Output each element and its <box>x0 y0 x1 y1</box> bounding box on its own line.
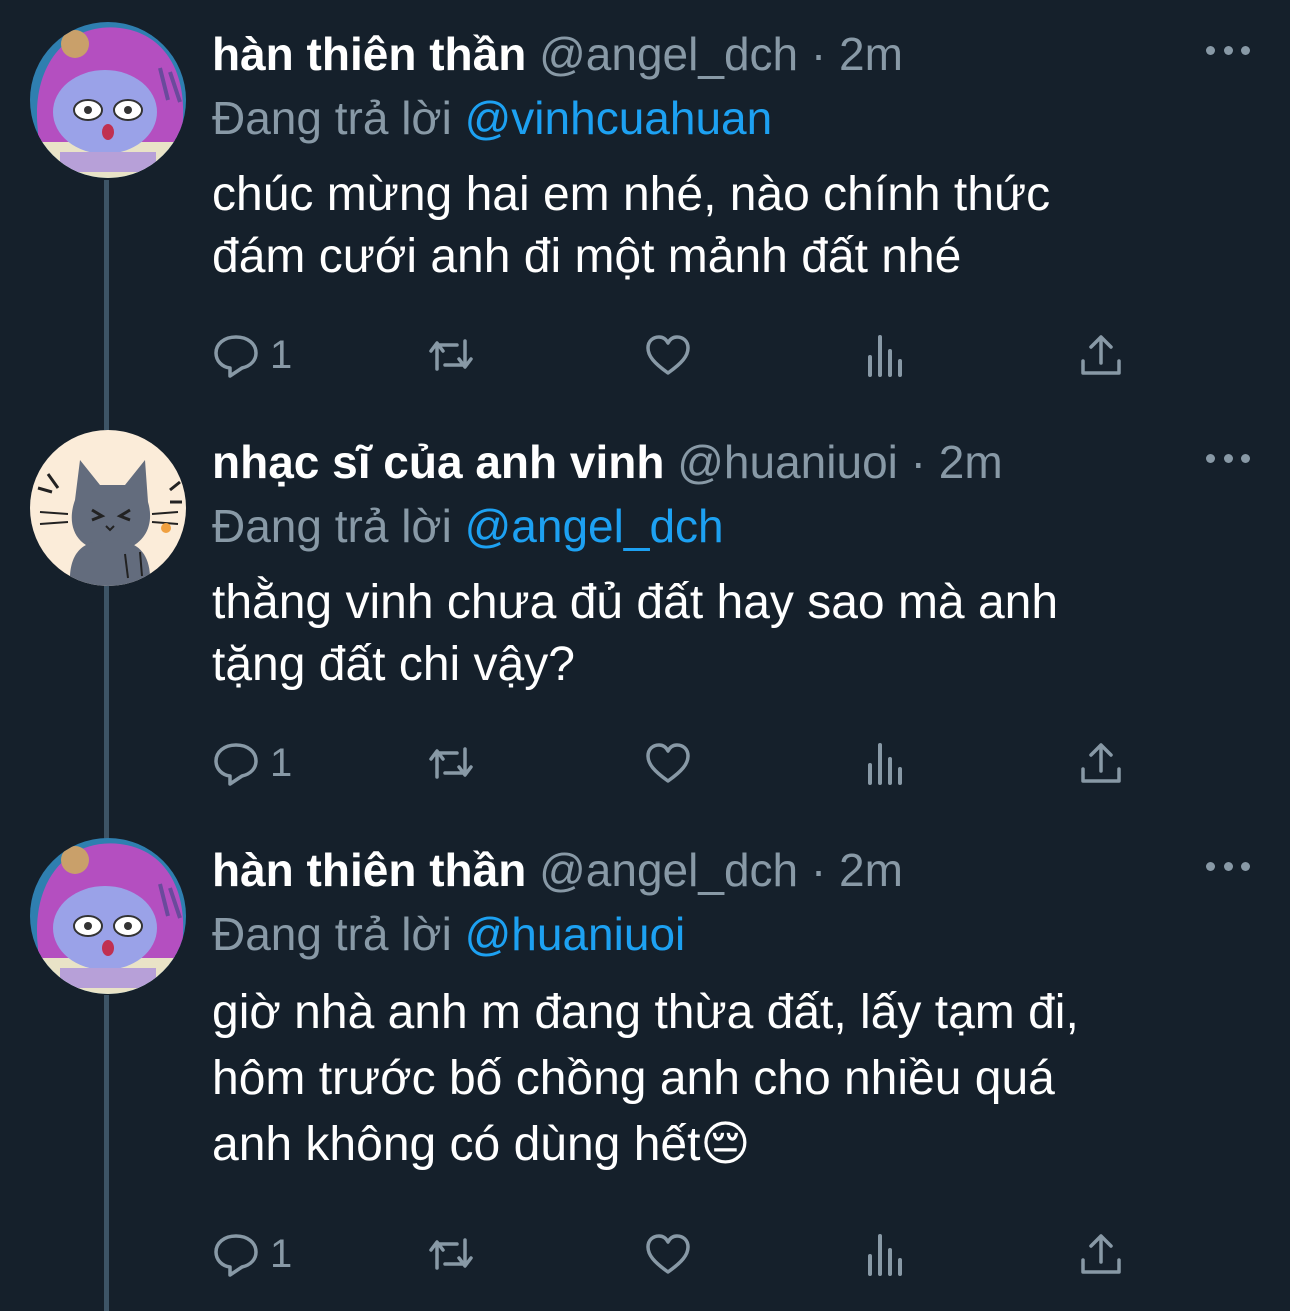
tweet-text: chúc mừng hai em nhé, nào chính thức đám… <box>212 164 1222 288</box>
replying-to: Đang trả lời @angel_dch <box>212 498 724 554</box>
tweet[interactable]: hàn thiên thần @angel_dch · 2m Đang trả … <box>0 816 1290 1311</box>
share-icon <box>1081 743 1121 783</box>
reply-icon <box>214 743 258 786</box>
share-button[interactable] <box>1077 1226 1125 1282</box>
separator-dot: · <box>910 436 926 488</box>
share-button[interactable] <box>1077 735 1125 791</box>
tweet-header: nhạc sĩ của anh vinh @huaniuoi · 2m <box>212 434 1003 490</box>
replying-to-label: Đang trả lời <box>212 908 452 960</box>
retweet-icon <box>429 747 473 779</box>
avatar[interactable] <box>30 430 186 586</box>
reply-icon <box>214 335 258 378</box>
tweet-text-line: đám cưới anh đi một mảnh đất nhé <box>212 230 962 283</box>
analytics-button[interactable] <box>862 1226 910 1282</box>
user-handle[interactable]: @angel_dch <box>539 844 798 896</box>
tweet-text: giờ nhà anh m đang thừa đất, lấy tạm đi,… <box>212 980 1222 1178</box>
tweet-text: thằng vinh chưa đủ đất hay sao mà anh tặ… <box>212 572 1222 696</box>
analytics-icon <box>868 743 902 785</box>
share-button[interactable] <box>1077 327 1125 383</box>
retweet-button[interactable] <box>427 327 475 383</box>
replying-to-label: Đang trả lời <box>212 500 452 552</box>
retweet-button[interactable] <box>427 735 475 791</box>
reply-button[interactable]: 1 <box>212 327 292 383</box>
heart-icon <box>646 335 690 375</box>
tweet-actions: 1 <box>212 1226 1152 1286</box>
reply-count: 1 <box>270 740 293 785</box>
replying-to: Đang trả lời @huaniuoi <box>212 906 685 962</box>
share-icon <box>1081 1234 1121 1274</box>
replying-to: Đang trả lời @vinhcuahuan <box>212 90 772 146</box>
more-icon[interactable] <box>1206 40 1250 60</box>
tweet-text-line: anh không có dùng hết😔 <box>212 1118 751 1171</box>
like-button[interactable] <box>644 327 692 383</box>
pink-hood-character-avatar-image <box>30 838 186 994</box>
avatar[interactable] <box>30 22 186 178</box>
analytics-button[interactable] <box>862 327 910 383</box>
analytics-icon <box>868 335 902 377</box>
analytics-icon <box>868 1234 902 1276</box>
separator-dot: · <box>810 28 827 80</box>
reply-button[interactable]: 1 <box>212 735 292 791</box>
tweet-actions: 1 <box>212 327 1152 387</box>
retweet-icon <box>429 339 473 371</box>
tweet-text-line: chúc mừng hai em nhé, nào chính thức <box>212 168 1051 221</box>
share-icon <box>1081 335 1121 375</box>
separator-dot: · <box>810 844 827 896</box>
replying-to-label: Đang trả lời <box>212 92 452 144</box>
reply-icon <box>214 1234 258 1277</box>
like-button[interactable] <box>644 1226 692 1282</box>
timestamp[interactable]: 2m <box>839 844 903 896</box>
user-handle[interactable]: @huaniuoi <box>677 436 898 488</box>
heart-icon <box>646 743 690 783</box>
avatar[interactable] <box>30 838 186 994</box>
display-name[interactable]: hàn thiên thần <box>212 28 526 80</box>
heart-icon <box>646 1234 690 1274</box>
tweet[interactable]: hàn thiên thần @angel_dch · 2m Đang trả … <box>0 0 1290 410</box>
tweet-text-line: thằng vinh chưa đủ đất hay sao mà anh <box>212 576 1059 629</box>
more-icon[interactable] <box>1206 448 1250 468</box>
retweet-button[interactable] <box>427 1226 475 1282</box>
tweet-text-line: hôm trước bố chồng anh cho nhiều quá <box>212 1052 1055 1105</box>
analytics-button[interactable] <box>862 735 910 791</box>
gray-cat-avatar-image <box>30 430 186 586</box>
reply-button[interactable]: 1 <box>212 1226 292 1282</box>
like-button[interactable] <box>644 735 692 791</box>
display-name[interactable]: hàn thiên thần <box>212 844 526 896</box>
pink-hood-character-avatar-image <box>30 22 186 178</box>
more-icon[interactable] <box>1206 856 1250 876</box>
tweet-header: hàn thiên thần @angel_dch · 2m <box>212 842 903 898</box>
tweet[interactable]: nhạc sĩ của anh vinh @huaniuoi · 2m Đang… <box>0 408 1290 818</box>
tweet-text-line: tặng đất chi vậy? <box>212 638 575 691</box>
reply-count: 1 <box>270 332 293 377</box>
tweet-actions: 1 <box>212 735 1152 795</box>
reply-mention-link[interactable]: @vinhcuahuan <box>465 92 773 144</box>
display-name[interactable]: nhạc sĩ của anh vinh <box>212 436 664 488</box>
tweet-header: hàn thiên thần @angel_dch · 2m <box>212 26 903 82</box>
user-handle[interactable]: @angel_dch <box>539 28 798 80</box>
reply-mention-link[interactable]: @angel_dch <box>465 500 724 552</box>
tweet-text-line: giờ nhà anh m đang thừa đất, lấy tạm đi, <box>212 986 1079 1039</box>
reply-count: 1 <box>270 1231 293 1276</box>
timestamp[interactable]: 2m <box>939 436 1003 488</box>
reply-mention-link[interactable]: @huaniuoi <box>465 908 686 960</box>
timestamp[interactable]: 2m <box>839 28 903 80</box>
retweet-icon <box>429 1238 473 1270</box>
